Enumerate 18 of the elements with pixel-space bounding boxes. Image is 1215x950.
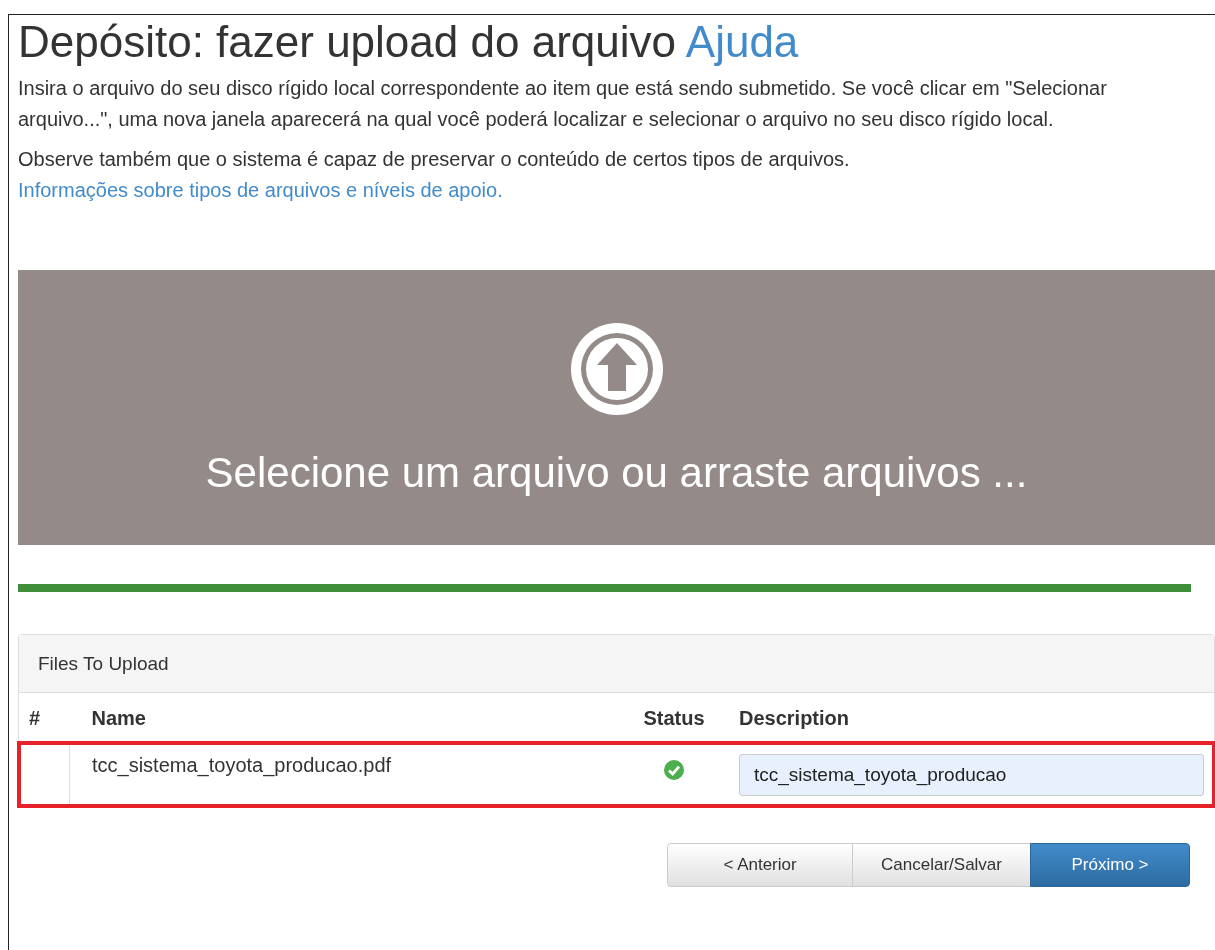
page-title: Depósito: fazer upload do arquivo	[18, 17, 676, 66]
help-link[interactable]: Ajuda	[685, 17, 799, 66]
nav-button[interactable]: Cancelar/Salvar	[852, 843, 1031, 887]
panel-title: Files To Upload	[38, 652, 169, 675]
column-header: Name	[69, 693, 619, 743]
file-types-link[interactable]: Informações sobre tipos de arquivos e níveis de apoio.	[18, 179, 503, 201]
column-header: Description	[729, 693, 1214, 743]
column-header: #	[19, 693, 70, 743]
column-header: Status	[619, 693, 729, 743]
intro-paragraph: Insira o arquivo do seu disco rígido local correspondente ao item que está sendo submetido. Se você clicar em "Selecionar arquivo...", uma nova janela aparecerá na qual você poderá localizar e selecionar o arquivo no seu disco rígido local.	[18, 76, 1108, 132]
note-paragraph: Observe também que o sistema é capaz de preservar o conteúdo de certos tipos de arquivos. Informações sobre tipos de arquivos e níveis de apoio.	[18, 147, 851, 203]
nav-button[interactable]: < Anterior	[667, 843, 854, 887]
next-button[interactable]: Próximo >	[1030, 843, 1190, 887]
description-field[interactable]: tcc_sistema_toyota_producao	[739, 754, 1204, 796]
dropzone[interactable]: Selecione um arquivo ou arraste arquivos ...	[18, 270, 1215, 545]
dropzone-label: Selecione um arquivo ou arraste arquivos ...	[205, 448, 1028, 497]
file-name: tcc_sistema_toyota_producao.pdf	[69, 743, 619, 806]
upload-icon	[570, 322, 663, 415]
